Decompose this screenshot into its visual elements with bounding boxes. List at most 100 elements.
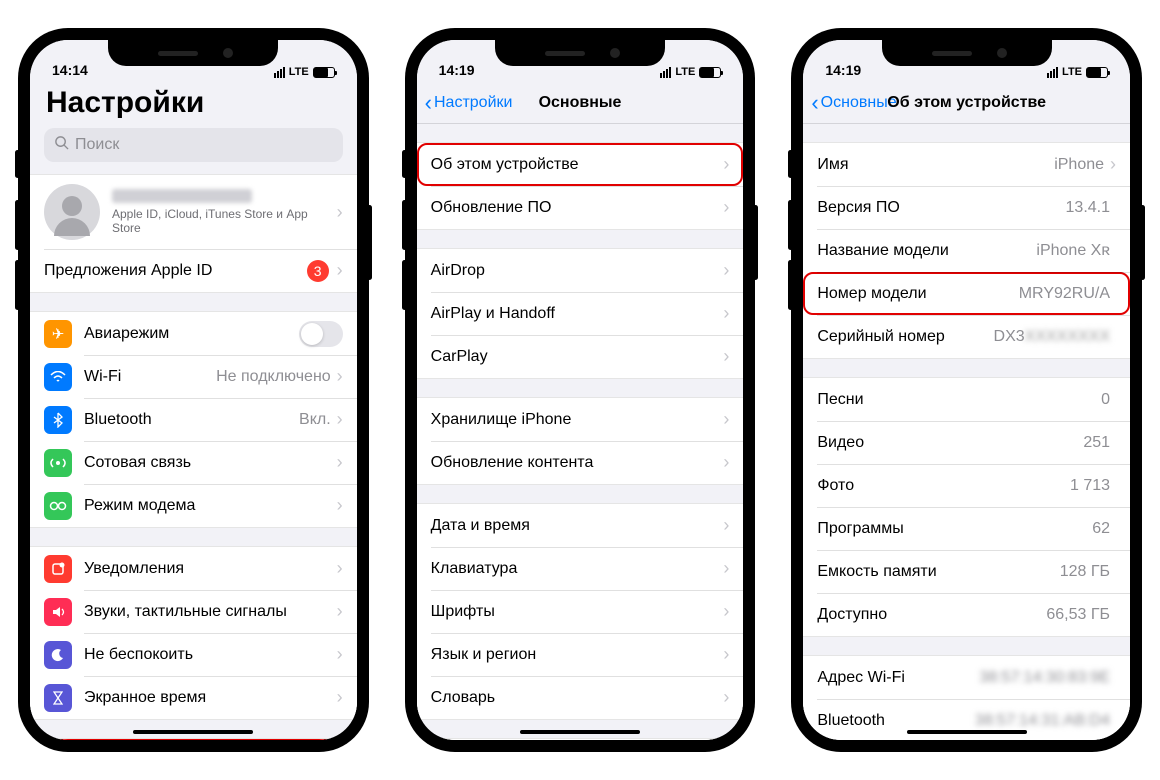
wifi-address-row: Адрес Wi-Fi 38:57:14:30:83:9E bbox=[803, 656, 1130, 699]
back-button[interactable]: ‹ Основные bbox=[811, 92, 896, 114]
serial-value: DX3XXXXXXXX bbox=[994, 328, 1111, 346]
cellular-row[interactable]: Сотовая связь › bbox=[30, 441, 357, 484]
chevron-right-icon: › bbox=[723, 687, 729, 708]
chevron-left-icon: ‹ bbox=[425, 92, 432, 114]
home-indicator bbox=[907, 730, 1027, 734]
notifications-icon bbox=[44, 555, 72, 583]
sounds-icon bbox=[44, 598, 72, 626]
available-row: Доступно 66,53 ГБ bbox=[803, 593, 1130, 636]
phone-mockup-about: 14:19 LTE ‹ Основные Об этом устройстве … bbox=[793, 30, 1140, 750]
profile-name-redacted bbox=[112, 189, 252, 203]
dnd-row[interactable]: Не беспокоить › bbox=[30, 633, 357, 676]
search-placeholder: Поиск bbox=[75, 136, 119, 154]
chevron-right-icon: › bbox=[337, 601, 343, 622]
chevron-right-icon: › bbox=[723, 154, 729, 175]
apple-id-profile[interactable]: Apple ID, iCloud, iTunes Store и App Sto… bbox=[30, 175, 357, 249]
vpn-row[interactable]: VPN Не подключено › bbox=[417, 739, 744, 740]
signal-icon bbox=[1047, 67, 1058, 78]
chevron-right-icon: › bbox=[723, 601, 729, 622]
chevron-right-icon: › bbox=[337, 409, 343, 430]
language-row[interactable]: Язык и регион › bbox=[417, 633, 744, 676]
page-title: Настройки bbox=[30, 82, 357, 128]
home-indicator bbox=[520, 730, 640, 734]
videos-row: Видео 251 bbox=[803, 421, 1130, 464]
screentime-row[interactable]: Экранное время › bbox=[30, 676, 357, 719]
storage-row[interactable]: Хранилище iPhone › bbox=[417, 398, 744, 441]
redacted-value: 38:57:14:31:AB:D4 bbox=[975, 712, 1110, 730]
phone-mockup-general: 14:19 LTE ‹ Настройки Основные Об этом у… bbox=[407, 30, 754, 750]
cellular-icon bbox=[44, 449, 72, 477]
apple-id-suggestions[interactable]: Предложения Apple ID 3 › bbox=[30, 249, 357, 292]
apps-row: Программы 62 bbox=[803, 507, 1130, 550]
airdrop-row[interactable]: AirDrop › bbox=[417, 249, 744, 292]
notch bbox=[495, 40, 665, 66]
airplane-icon: ✈ bbox=[44, 320, 72, 348]
chevron-right-icon: › bbox=[337, 687, 343, 708]
chevron-right-icon: › bbox=[723, 409, 729, 430]
redacted-value: 38:57:14:30:83:9E bbox=[979, 669, 1110, 687]
bluetooth-row[interactable]: Bluetooth Вкл. › bbox=[30, 398, 357, 441]
chevron-right-icon: › bbox=[337, 558, 343, 579]
model-name-row: Название модели iPhone Xʀ bbox=[803, 229, 1130, 272]
avatar-icon bbox=[44, 184, 100, 240]
bluetooth-icon bbox=[44, 406, 72, 434]
name-row[interactable]: Имя iPhone › bbox=[803, 143, 1130, 186]
nav-bar: ‹ Основные Об этом устройстве bbox=[803, 82, 1130, 124]
moon-icon bbox=[44, 641, 72, 669]
capacity-row: Емкость памяти 128 ГБ bbox=[803, 550, 1130, 593]
status-time: 14:19 bbox=[825, 62, 861, 78]
datetime-row[interactable]: Дата и время › bbox=[417, 504, 744, 547]
software-update-row[interactable]: Обновление ПО › bbox=[417, 186, 744, 229]
serial-row: Серийный номер DX3XXXXXXXX bbox=[803, 315, 1130, 358]
home-indicator bbox=[133, 730, 253, 734]
network-label: LTE bbox=[289, 66, 309, 78]
hotspot-row[interactable]: Режим модема › bbox=[30, 484, 357, 527]
badge: 3 bbox=[307, 260, 329, 282]
search-input[interactable]: Поиск bbox=[44, 128, 343, 162]
airplane-mode-row[interactable]: ✈ Авиарежим bbox=[30, 312, 357, 355]
fonts-row[interactable]: Шрифты › bbox=[417, 590, 744, 633]
background-refresh-row[interactable]: Обновление контента › bbox=[417, 441, 744, 484]
battery-icon bbox=[1086, 67, 1108, 78]
network-label: LTE bbox=[1062, 66, 1082, 78]
wifi-icon bbox=[44, 363, 72, 391]
signal-icon bbox=[274, 67, 285, 78]
chevron-right-icon: › bbox=[337, 644, 343, 665]
status-time: 14:19 bbox=[439, 62, 475, 78]
notifications-row[interactable]: Уведомления › bbox=[30, 547, 357, 590]
keyboard-row[interactable]: Клавиатура › bbox=[417, 547, 744, 590]
model-number-row[interactable]: Номер модели MRY92RU/A bbox=[803, 272, 1130, 315]
chevron-right-icon: › bbox=[723, 346, 729, 367]
notch bbox=[882, 40, 1052, 66]
chevron-right-icon: › bbox=[723, 558, 729, 579]
phone-mockup-settings: 14:14 LTE Настройки Поиск Apple ID, iClo… bbox=[20, 30, 367, 750]
airplay-row[interactable]: AirPlay и Handoff › bbox=[417, 292, 744, 335]
signal-icon bbox=[660, 67, 671, 78]
chevron-right-icon: › bbox=[723, 644, 729, 665]
chevron-right-icon: › bbox=[723, 197, 729, 218]
back-button[interactable]: ‹ Настройки bbox=[425, 92, 513, 114]
photos-row: Фото 1 713 bbox=[803, 464, 1130, 507]
airplane-switch[interactable] bbox=[299, 321, 343, 347]
nav-bar: ‹ Настройки Основные bbox=[417, 82, 744, 124]
chevron-right-icon: › bbox=[723, 260, 729, 281]
status-time: 14:14 bbox=[52, 62, 88, 78]
general-row[interactable]: Основные › bbox=[30, 739, 357, 740]
battery-icon bbox=[313, 67, 335, 78]
carplay-row[interactable]: CarPlay › bbox=[417, 335, 744, 378]
sounds-row[interactable]: Звуки, тактильные сигналы › bbox=[30, 590, 357, 633]
chevron-right-icon: › bbox=[723, 303, 729, 324]
about-row[interactable]: Об этом устройстве › bbox=[417, 143, 744, 186]
chevron-right-icon: › bbox=[337, 495, 343, 516]
chevron-right-icon: › bbox=[337, 452, 343, 473]
chevron-left-icon: ‹ bbox=[811, 92, 818, 114]
chevron-right-icon: › bbox=[723, 515, 729, 536]
chevron-right-icon: › bbox=[337, 366, 343, 387]
version-row: Версия ПО 13.4.1 bbox=[803, 186, 1130, 229]
songs-row: Песни 0 bbox=[803, 378, 1130, 421]
wifi-row[interactable]: Wi-Fi Не подключено › bbox=[30, 355, 357, 398]
hotspot-icon bbox=[44, 492, 72, 520]
chevron-right-icon: › bbox=[337, 260, 343, 281]
dictionary-row[interactable]: Словарь › bbox=[417, 676, 744, 719]
network-label: LTE bbox=[675, 66, 695, 78]
